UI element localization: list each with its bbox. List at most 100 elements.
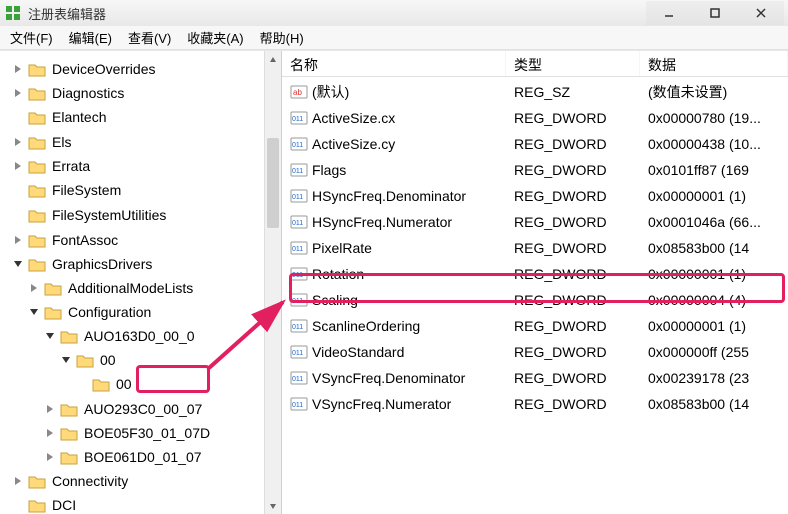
value-type: REG_DWORD <box>506 162 640 178</box>
expand-icon[interactable] <box>44 451 56 463</box>
tree-item-deviceoverrides[interactable]: DeviceOverrides <box>12 57 157 81</box>
list-row[interactable]: 011VSyncFreq.DenominatorREG_DWORD0x00239… <box>282 365 788 391</box>
menu-edit[interactable]: 编辑(E) <box>61 26 120 49</box>
col-data[interactable]: 数据 <box>640 51 788 76</box>
svg-text:011: 011 <box>292 298 303 305</box>
folder-icon <box>76 352 94 368</box>
tree-item-dci[interactable]: DCI <box>12 493 78 514</box>
svg-text:011: 011 <box>292 220 303 227</box>
svg-text:011: 011 <box>292 350 303 357</box>
list-row[interactable]: 011PixelRateREG_DWORD0x08583b00 (14 <box>282 235 788 261</box>
menu-view[interactable]: 查看(V) <box>120 26 179 49</box>
value-type: REG_DWORD <box>506 266 640 282</box>
folder-icon <box>28 497 46 513</box>
list-row[interactable]: ab(默认)REG_SZ(数值未设置) <box>282 79 788 105</box>
list-row[interactable]: 011HSyncFreq.DenominatorREG_DWORD0x00000… <box>282 183 788 209</box>
tree-item-boe061d0[interactable]: BOE061D0_01_07 <box>44 445 204 469</box>
collapse-icon[interactable] <box>44 330 56 342</box>
list-row[interactable]: 011FlagsREG_DWORD0x0101ff87 (169 <box>282 157 788 183</box>
tree-item-elantech[interactable]: Elantech <box>12 105 108 129</box>
folder-icon <box>60 401 78 417</box>
menu-file[interactable]: 文件(F) <box>2 26 61 49</box>
value-type: REG_DWORD <box>506 214 640 230</box>
expand-icon[interactable] <box>44 403 56 415</box>
list-body: ab(默认)REG_SZ(数值未设置)011ActiveSize.cxREG_D… <box>282 77 788 419</box>
folder-icon <box>44 304 62 320</box>
list-row[interactable]: 011ScalingREG_DWORD0x00000004 (4) <box>282 287 788 313</box>
scroll-thumb[interactable] <box>267 138 279 228</box>
value-data: 0x00239178 (23 <box>640 370 788 386</box>
tree-item-auo293c0[interactable]: AUO293C0_00_07 <box>44 397 204 421</box>
list-row[interactable]: 011VideoStandardREG_DWORD0x000000ff (255 <box>282 339 788 365</box>
list-pane: 名称 类型 数据 ab(默认)REG_SZ(数值未设置)011ActiveSiz… <box>282 51 788 514</box>
svg-text:011: 011 <box>292 324 303 331</box>
value-data: 0x00000001 (1) <box>640 266 788 282</box>
col-name[interactable]: 名称 <box>282 51 506 76</box>
expand-icon[interactable] <box>12 63 24 75</box>
svg-text:ab: ab <box>293 88 302 97</box>
scroll-track[interactable] <box>265 68 281 497</box>
value-data: 0x00000004 (4) <box>640 292 788 308</box>
tree-scrollbar[interactable] <box>264 51 281 514</box>
tree-item-configuration[interactable]: Configuration <box>28 300 153 324</box>
list-row[interactable]: 011ActiveSize.cxREG_DWORD0x00000780 (19.… <box>282 105 788 131</box>
tree-item-graphicsdrivers[interactable]: GraphicsDrivers <box>12 252 154 276</box>
list-row[interactable]: 011 ScanlineOrdering REG_DWORD0x00000001 (… <box>282 313 788 339</box>
tree-item-els[interactable]: Els <box>12 130 73 154</box>
collapse-icon[interactable] <box>60 354 72 366</box>
list-row[interactable]: 011ActiveSize.cyREG_DWORD0x00000438 (10.… <box>282 131 788 157</box>
expand-icon[interactable] <box>12 87 24 99</box>
collapse-icon[interactable] <box>12 258 24 270</box>
maximize-button[interactable] <box>692 1 738 25</box>
tree-item-fontassoc[interactable]: FontAssoc <box>12 228 120 252</box>
expand-icon[interactable] <box>12 475 24 487</box>
col-type[interactable]: 类型 <box>506 51 640 76</box>
tree-item-diagnostics[interactable]: Diagnostics <box>12 81 126 105</box>
expand-icon[interactable] <box>12 136 24 148</box>
tree-item-boe05f30[interactable]: BOE05F30_01_07D <box>44 421 212 445</box>
expand-icon[interactable] <box>28 282 40 294</box>
list-row[interactable]: 011VSyncFreq.Numerator REG_DWORD0x08583b0… <box>282 391 788 417</box>
value-data: 0x00000001 (1) <box>640 318 788 334</box>
tree-item-00[interactable]: 00 <box>60 348 118 372</box>
value-data: 0x08583b00 (14 <box>640 396 788 412</box>
folder-icon <box>60 449 78 465</box>
tree-item-additionalmodelists[interactable]: AdditionalModeLists <box>28 276 195 300</box>
app-icon <box>4 4 22 22</box>
close-button[interactable] <box>738 1 784 25</box>
expand-icon[interactable] <box>44 427 56 439</box>
value-name: VideoStandard <box>312 344 404 360</box>
tree-item-connectivity[interactable]: Connectivity <box>12 469 130 493</box>
dword-icon: 011 <box>290 239 308 257</box>
tree-item-00-00[interactable]: 00 <box>76 372 134 396</box>
value-data: 0x000000ff (255 <box>640 344 788 360</box>
folder-icon <box>28 134 46 150</box>
value-type: REG_DWORD <box>506 292 640 308</box>
menu-favorites[interactable]: 收藏夹(A) <box>179 26 251 49</box>
value-name: HSyncFreq.Denominator <box>312 188 466 204</box>
dword-icon: 011 <box>290 317 308 335</box>
dword-icon: 011 <box>290 395 308 413</box>
menu-help[interactable]: 帮助(H) <box>252 26 312 49</box>
tree-item-filesystem[interactable]: FileSystem <box>12 178 123 202</box>
window-controls <box>646 1 784 25</box>
value-data: 0x00000001 (1) <box>640 188 788 204</box>
value-type: REG_DWORD <box>506 396 640 412</box>
dword-icon: 011 <box>290 265 308 283</box>
tree-item-auo163d0[interactable]: AUO163D0_00_0 <box>44 324 197 348</box>
value-name: ScanlineOrdering <box>312 318 420 334</box>
value-name: VSyncFreq.Numerator <box>312 396 451 412</box>
scroll-down-icon[interactable] <box>265 497 281 514</box>
list-row[interactable]: 011RotationREG_DWORD0x00000001 (1) <box>282 261 788 287</box>
folder-icon <box>28 109 46 125</box>
list-row[interactable]: 011HSyncFreq.NumeratorREG_DWORD0x0001046… <box>282 209 788 235</box>
scroll-up-icon[interactable] <box>265 51 281 68</box>
value-data: 0x00000438 (10... <box>640 136 788 152</box>
tree-item-errata[interactable]: Errata <box>12 154 92 178</box>
tree-item-filesystemutilities[interactable]: FileSystemUtilities <box>12 203 168 227</box>
expand-icon[interactable] <box>12 160 24 172</box>
expand-icon[interactable] <box>12 234 24 246</box>
minimize-button[interactable] <box>646 1 692 25</box>
collapse-icon[interactable] <box>28 306 40 318</box>
value-type: REG_DWORD <box>506 318 640 334</box>
